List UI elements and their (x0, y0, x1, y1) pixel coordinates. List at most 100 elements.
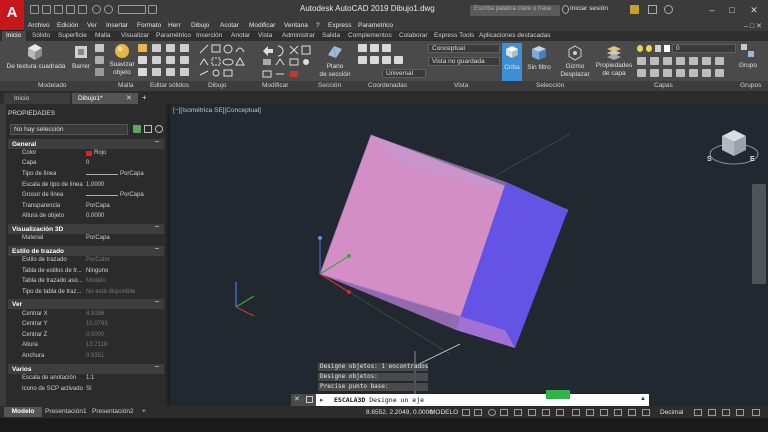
tab-express-tools[interactable]: Express Tools (434, 32, 474, 39)
lineweight-icon[interactable] (542, 409, 550, 416)
collapse-icon[interactable]: – (155, 298, 159, 305)
tab-complementos[interactable]: Complementos (348, 32, 392, 39)
mesh-tool-1-icon[interactable] (95, 44, 104, 52)
signin-button[interactable]: Iniciar sesión (570, 5, 608, 12)
section-general[interactable]: General (8, 139, 164, 149)
move-gizmo-icon[interactable] (566, 44, 584, 62)
tab-visualizar[interactable]: Visualizar (121, 32, 149, 39)
section-ver[interactable]: Ver (8, 299, 164, 309)
tab-administrar[interactable]: Administrar (282, 32, 315, 39)
layer-color-icon[interactable] (664, 45, 670, 52)
solid-edit-8-icon[interactable] (166, 56, 175, 64)
no-filter-label[interactable]: Sin filtro (524, 64, 554, 71)
select-objects-icon[interactable] (144, 125, 152, 133)
prop-value[interactable]: 0.0000 (86, 213, 104, 219)
prop-value[interactable]: Sí (86, 386, 92, 392)
ucs-tool-5-icon[interactable] (370, 56, 379, 64)
menu-formato[interactable]: Formato (137, 22, 161, 29)
tab-salida[interactable]: Salida (322, 32, 340, 39)
toggle-pickadd-icon[interactable] (133, 125, 141, 133)
box-button-label[interactable]: De textura cuadrada (6, 63, 66, 70)
collapse-icon[interactable]: – (155, 223, 159, 230)
solid-edit-5-icon[interactable] (152, 56, 161, 64)
mesh-tool-2-icon[interactable] (95, 56, 104, 64)
layout-tab-presentacion1[interactable]: Presentación1 (45, 408, 87, 415)
layer-tool-11-icon[interactable] (676, 69, 685, 77)
tab-solido[interactable]: Sólido (32, 32, 50, 39)
group-malla[interactable]: Malla (118, 82, 134, 89)
maximize-button[interactable]: □ (724, 3, 740, 17)
modify-tools-icons[interactable] (260, 43, 314, 79)
section-plane-label-1[interactable]: Plano (318, 63, 352, 70)
menu-acotar[interactable]: Acotar (220, 22, 239, 29)
layer-properties-label-1[interactable]: Propiedades (594, 62, 634, 69)
prop-value[interactable]: 1:1 (86, 375, 94, 381)
solid-edit-1-icon[interactable] (138, 44, 147, 52)
close-button[interactable]: ✕ (746, 3, 762, 17)
section-varios[interactable]: Varios (8, 364, 164, 374)
menu-ver[interactable]: Ver (87, 22, 97, 29)
prop-value[interactable]: PorCapa (120, 192, 144, 198)
prop-value[interactable]: 0 (86, 160, 89, 166)
gizmo-status-icon[interactable] (600, 409, 608, 416)
section-visualizacion-3d[interactable]: Visualización 3D (8, 224, 164, 234)
ucs-combo[interactable]: Universal (382, 69, 426, 78)
tab-aplicaciones[interactable]: Aplicaciones destacadas (479, 32, 551, 39)
prop-value[interactable]: PorCapa (120, 171, 144, 177)
smooth-label-1[interactable]: Suavizar (108, 61, 136, 68)
model-space-button[interactable]: MODELO (430, 409, 458, 416)
group-capas[interactable]: Capas (654, 82, 673, 89)
snap-icon[interactable] (474, 409, 482, 416)
layer-on-icon[interactable] (637, 45, 643, 52)
tab-malla[interactable]: Malla (95, 32, 111, 39)
tab-anotar[interactable]: Anotar (231, 32, 250, 39)
layout-tab-presentacion2[interactable]: Presentación2 (92, 408, 134, 415)
collapse-icon[interactable]: – (155, 138, 159, 145)
menu-modificar[interactable]: Modificar (249, 22, 275, 29)
tab-colaborar[interactable]: Colaborar (399, 32, 428, 39)
print-icon[interactable] (78, 5, 87, 14)
selection-cycling-icon[interactable] (572, 409, 580, 416)
layer-tool-5-icon[interactable] (689, 57, 698, 65)
wrench-icon[interactable] (306, 396, 313, 403)
ucs-tool-4-icon[interactable] (358, 56, 367, 64)
box-icon[interactable] (26, 43, 44, 61)
open-icon[interactable] (42, 5, 51, 14)
viewcube-east[interactable]: E (750, 156, 755, 163)
command-dropdown-icon[interactable]: ▲ (640, 396, 646, 402)
autodesk-app-icon[interactable] (630, 5, 639, 14)
menubar-window-controls[interactable]: – □ ✕ (744, 22, 762, 30)
layer-tool-4-icon[interactable] (676, 57, 685, 65)
redo-icon[interactable] (104, 5, 113, 14)
customization-icon[interactable] (752, 409, 760, 416)
menu-help[interactable]: ? (316, 22, 320, 29)
group-seccion[interactable]: Sección (318, 82, 341, 89)
group-modelado[interactable]: Modelado (38, 82, 67, 89)
solid-edit-3-icon[interactable] (138, 68, 147, 76)
layer-tool-13-icon[interactable] (702, 69, 711, 77)
menu-insertar[interactable]: Insertar (106, 22, 128, 29)
solid-edit-7-icon[interactable] (166, 44, 175, 52)
solid-edit-12-icon[interactable] (180, 68, 189, 76)
close-tab-icon[interactable]: ✕ (126, 94, 132, 102)
transparency-icon[interactable] (556, 409, 564, 416)
collapse-icon[interactable]: – (155, 245, 159, 252)
layer-tool-6-icon[interactable] (702, 57, 711, 65)
group-modificar[interactable]: Modificar (262, 82, 288, 89)
search-input[interactable]: Escriba palabra clave o frase (470, 5, 560, 16)
application-menu-button[interactable]: A (0, 0, 24, 30)
menu-archivo[interactable]: Archivo (28, 22, 50, 29)
section-estilo-trazado[interactable]: Estilo de trazado (8, 246, 164, 256)
annotation-icon[interactable] (614, 409, 622, 416)
layer-tool-9-icon[interactable] (650, 69, 659, 77)
smooth-object-icon[interactable] (114, 43, 130, 59)
new-tab-button[interactable]: + (142, 93, 147, 102)
new-icon[interactable] (30, 5, 39, 14)
navigation-bar[interactable] (752, 184, 766, 284)
undo-icon[interactable] (92, 5, 101, 14)
draw-tools-icons[interactable] (198, 43, 258, 79)
group-vista[interactable]: Vista (454, 82, 468, 89)
save-as-icon[interactable] (66, 5, 75, 14)
palette-title-strip[interactable] (0, 104, 6, 406)
no-filter-icon[interactable] (531, 45, 547, 61)
